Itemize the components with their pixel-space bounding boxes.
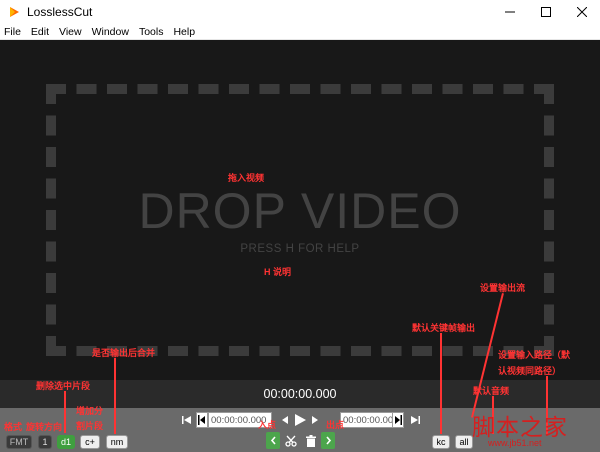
annotation-add-segment-2: 割片段	[76, 421, 104, 431]
maximize-icon	[541, 7, 551, 17]
menu-edit[interactable]: Edit	[26, 24, 54, 40]
format-button[interactable]: FMT	[6, 435, 32, 449]
annotation-merge: 是否输出后合并	[92, 348, 156, 358]
skip-end-icon	[411, 416, 420, 424]
window-controls	[492, 0, 600, 24]
annotation-drag-video: 拖入视频	[228, 173, 265, 183]
annotation-line-merge	[114, 358, 116, 434]
cut-prev-button[interactable]	[266, 432, 280, 449]
delete-segment-button[interactable]: d1	[57, 435, 75, 449]
skip-start-icon	[182, 416, 191, 424]
window-title: LosslessCut	[27, 5, 93, 19]
watermark-url: www.jb51.net	[488, 438, 542, 448]
cut-next-button[interactable]	[321, 432, 335, 449]
add-segment-button[interactable]: c+	[80, 435, 100, 449]
menu-bar: File Edit View Window Tools Help	[0, 24, 600, 40]
rotation-button[interactable]: 1	[38, 435, 52, 449]
annotation-h-help: H 说明	[264, 267, 292, 277]
menu-help[interactable]: Help	[168, 24, 200, 40]
annotation-entry: 入点	[258, 420, 277, 430]
annotation-rotate: 旋转方向	[26, 422, 63, 432]
menu-tools[interactable]: Tools	[134, 24, 169, 40]
close-button[interactable]	[564, 0, 600, 24]
annotation-line-keyframe	[440, 333, 442, 434]
title-bar: LosslessCut	[0, 0, 600, 24]
bracket-end-icon	[395, 415, 402, 425]
annotation-line-delete	[64, 391, 66, 433]
caret-right-icon	[312, 416, 318, 424]
close-icon	[577, 7, 587, 17]
annotation-add-segment: 增加分	[76, 406, 104, 416]
streams-button[interactable]: all	[455, 435, 473, 449]
annotation-output-path: 设置输入路径（默	[498, 350, 571, 360]
annotation-exit: 出点	[326, 420, 345, 430]
next-frame-button[interactable]	[310, 412, 320, 428]
trash-icon	[306, 434, 316, 447]
app-logo-icon	[7, 5, 21, 19]
watermark-brand: 脚本之家	[472, 415, 568, 441]
annotation-output-path-2: 认视频同路径）	[498, 366, 562, 376]
menu-file[interactable]: File	[0, 24, 26, 40]
minimize-button[interactable]	[492, 0, 528, 24]
merge-mode-button[interactable]: nm	[106, 435, 128, 449]
annotation-format: 格式	[4, 422, 23, 432]
maximize-button[interactable]	[528, 0, 564, 24]
play-button[interactable]	[292, 411, 308, 429]
set-cut-start-button[interactable]	[196, 412, 208, 428]
minimize-icon	[505, 11, 515, 13]
annotation-delete-segment: 删除选中片段	[36, 381, 91, 391]
app-window: LosslessCut File Edit View Window Tools …	[0, 0, 600, 452]
jump-end-button[interactable]	[408, 412, 422, 428]
bracket-start-icon	[198, 415, 205, 425]
watermark: 脚本之家 www.jb51.net	[472, 408, 600, 452]
drop-help-text: PRESS H FOR HELP	[240, 243, 360, 255]
chevron-left-icon	[270, 436, 276, 445]
annotation-audio: 默认音频	[473, 386, 510, 396]
annotation-keyframe: 默认关键帧输出	[412, 323, 476, 333]
scissors-icon	[285, 435, 297, 447]
chevron-right-icon	[325, 436, 331, 445]
keyframe-cut-button[interactable]: kc	[432, 435, 450, 449]
cut-button[interactable]	[283, 432, 299, 449]
prev-frame-button[interactable]	[280, 412, 290, 428]
set-cut-end-button[interactable]	[392, 412, 404, 428]
jump-start-button[interactable]	[180, 412, 194, 428]
drop-area[interactable]: DROP VIDEO PRESS H FOR HELP	[0, 40, 600, 380]
caret-left-icon	[282, 416, 288, 424]
drop-video-title: DROP VIDEO	[138, 183, 462, 239]
menu-window[interactable]: Window	[87, 24, 134, 40]
delete-source-button[interactable]	[303, 432, 319, 449]
annotation-output-stream: 设置输出流	[480, 283, 526, 293]
play-icon	[294, 414, 306, 426]
menu-view[interactable]: View	[54, 24, 87, 40]
